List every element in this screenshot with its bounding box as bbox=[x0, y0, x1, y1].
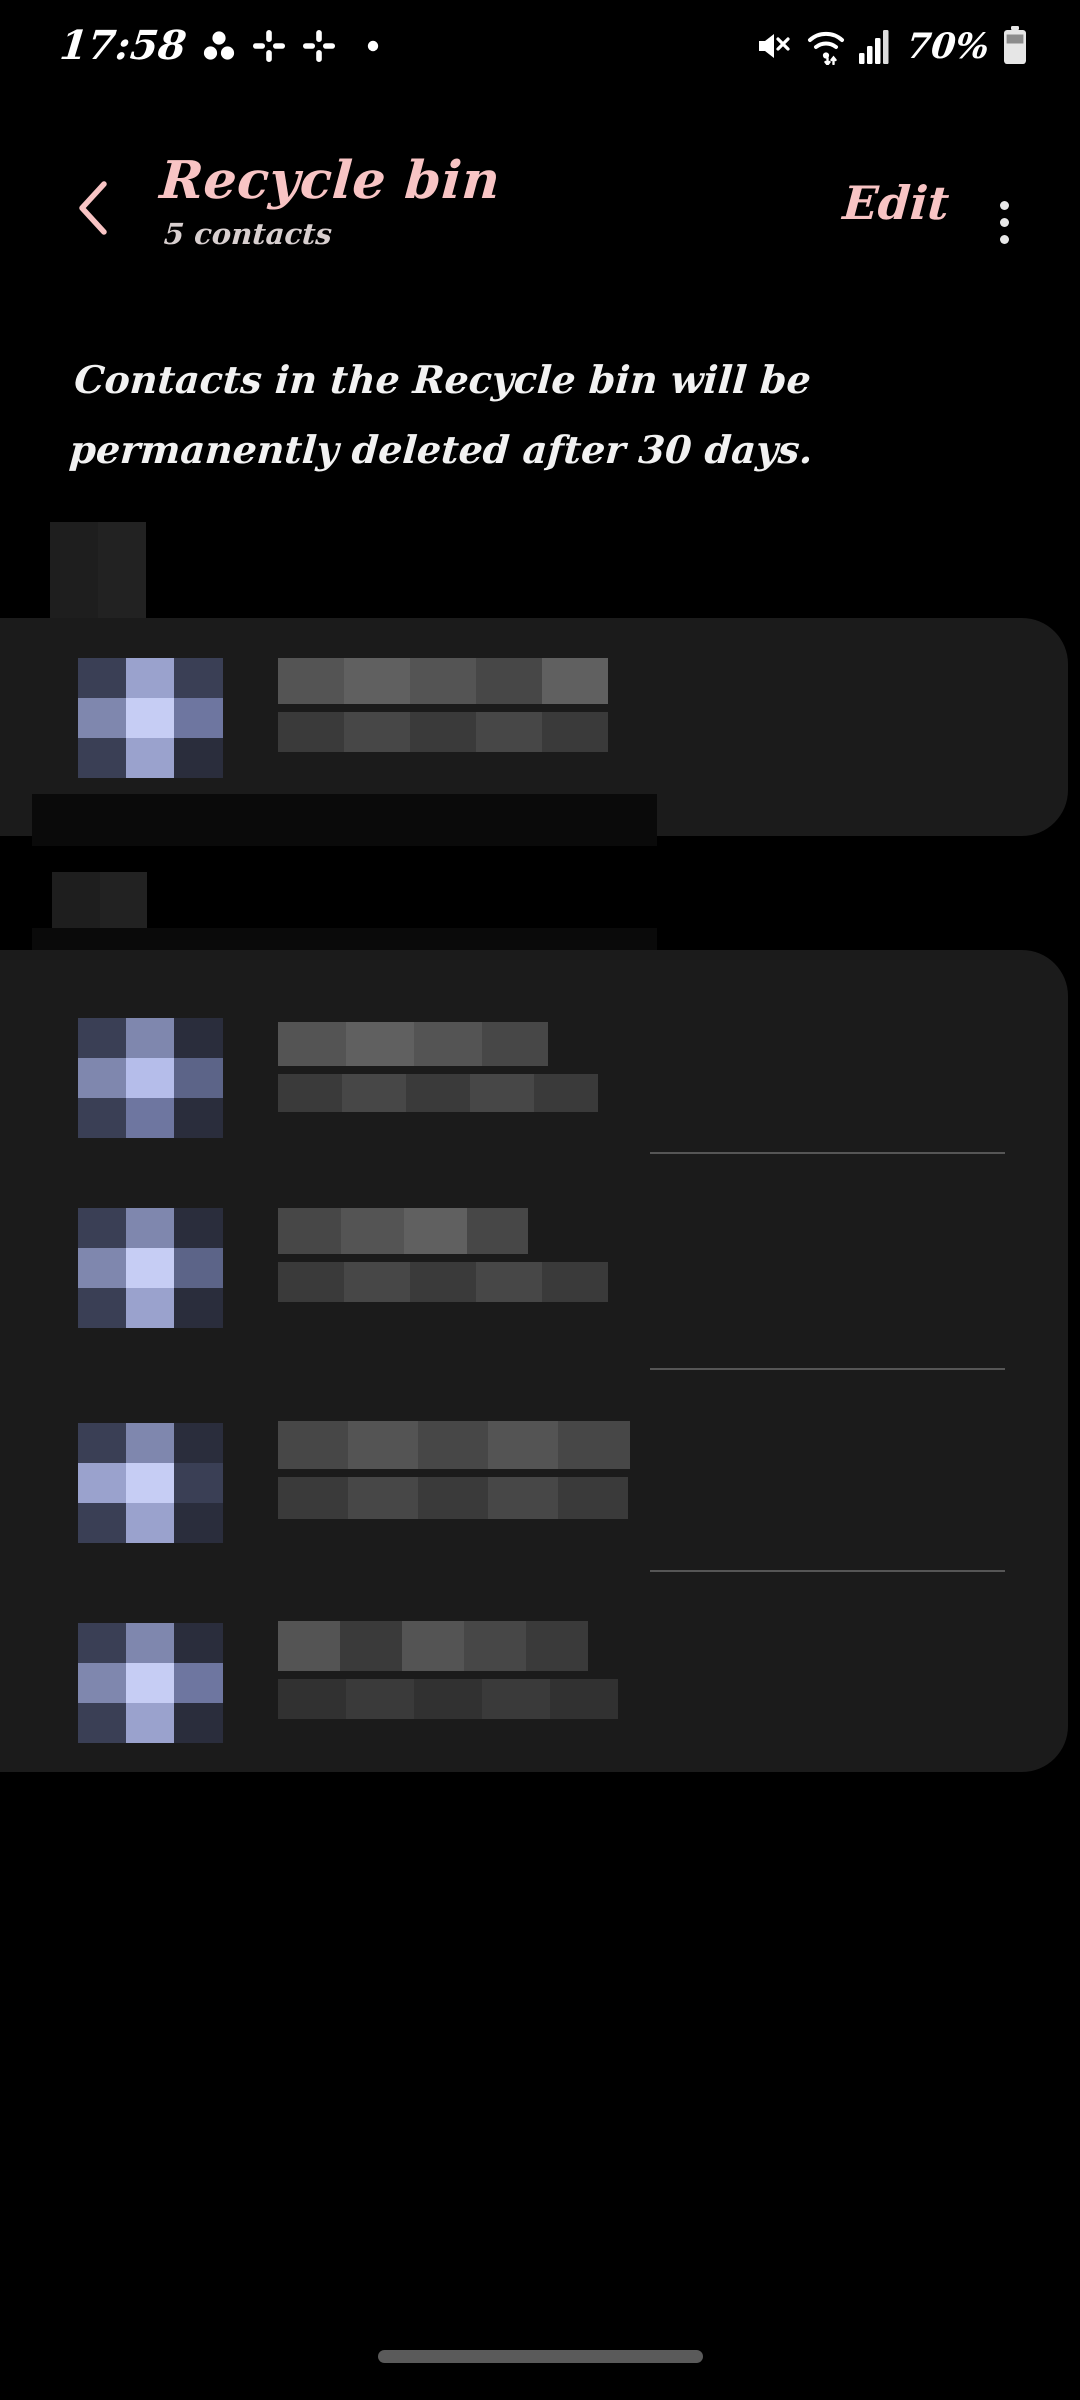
overflow-dot bbox=[999, 217, 1009, 227]
list-item[interactable] bbox=[50, 620, 1080, 820]
app-dots-icon bbox=[202, 29, 236, 63]
redacted-name bbox=[278, 1022, 548, 1066]
page-title: Recycle bin bbox=[157, 150, 503, 211]
mute-icon bbox=[755, 27, 793, 65]
status-bar-clock: 17:58 bbox=[57, 22, 189, 69]
list-divider bbox=[650, 1368, 1005, 1370]
list-item[interactable] bbox=[50, 1585, 1080, 1785]
redacted-avatar bbox=[78, 1208, 223, 1328]
redaction-artifact bbox=[32, 794, 657, 846]
page-subtitle: 5 contacts bbox=[162, 217, 334, 252]
redacted-detail bbox=[278, 1074, 598, 1112]
redacted-name bbox=[278, 1208, 528, 1254]
redaction-artifact bbox=[50, 522, 190, 622]
battery-icon bbox=[1002, 26, 1028, 66]
slack-icon bbox=[252, 29, 286, 63]
redaction-artifact bbox=[52, 872, 147, 928]
list-divider bbox=[650, 1570, 1005, 1572]
status-bar: 17:58 70% bbox=[0, 0, 1080, 92]
list-item[interactable] bbox=[50, 1385, 1080, 1585]
header-title-block: Recycle bin 5 contacts bbox=[157, 150, 503, 252]
chevron-left-icon bbox=[72, 178, 116, 242]
app-header: Recycle bin 5 contacts Edit bbox=[0, 150, 1080, 300]
wifi-icon bbox=[806, 27, 846, 65]
redacted-avatar bbox=[78, 1423, 223, 1543]
home-gesture-bar[interactable] bbox=[377, 2349, 703, 2363]
edit-button[interactable]: Edit bbox=[835, 172, 957, 234]
slack-icon bbox=[302, 29, 336, 63]
redacted-avatar bbox=[78, 1018, 223, 1138]
overflow-dot bbox=[999, 200, 1009, 210]
redacted-detail bbox=[278, 1262, 608, 1302]
recycle-bin-description: Contacts in the Recycle bin will be perm… bbox=[68, 357, 815, 472]
status-bar-left: 17:58 bbox=[57, 22, 380, 69]
small-dot-icon bbox=[366, 39, 380, 53]
navigation-bar bbox=[0, 2290, 1080, 2400]
status-bar-right: 70% bbox=[755, 25, 1028, 67]
redacted-avatar bbox=[78, 658, 223, 778]
signal-bars-icon bbox=[859, 28, 889, 64]
redacted-detail bbox=[278, 1477, 628, 1519]
list-item[interactable] bbox=[50, 980, 1080, 1180]
battery-percent-label: 70% bbox=[904, 25, 992, 67]
redacted-name bbox=[278, 1621, 588, 1671]
redacted-name bbox=[278, 1421, 630, 1469]
redacted-name bbox=[278, 658, 608, 704]
redacted-avatar bbox=[78, 1623, 223, 1743]
redacted-detail bbox=[278, 1679, 618, 1719]
list-divider bbox=[650, 1152, 1005, 1154]
redacted-detail bbox=[278, 712, 608, 752]
back-button[interactable] bbox=[58, 174, 130, 246]
list-item[interactable] bbox=[50, 1170, 1080, 1370]
overflow-dot bbox=[999, 234, 1009, 244]
overflow-menu-icon[interactable] bbox=[978, 190, 1030, 254]
